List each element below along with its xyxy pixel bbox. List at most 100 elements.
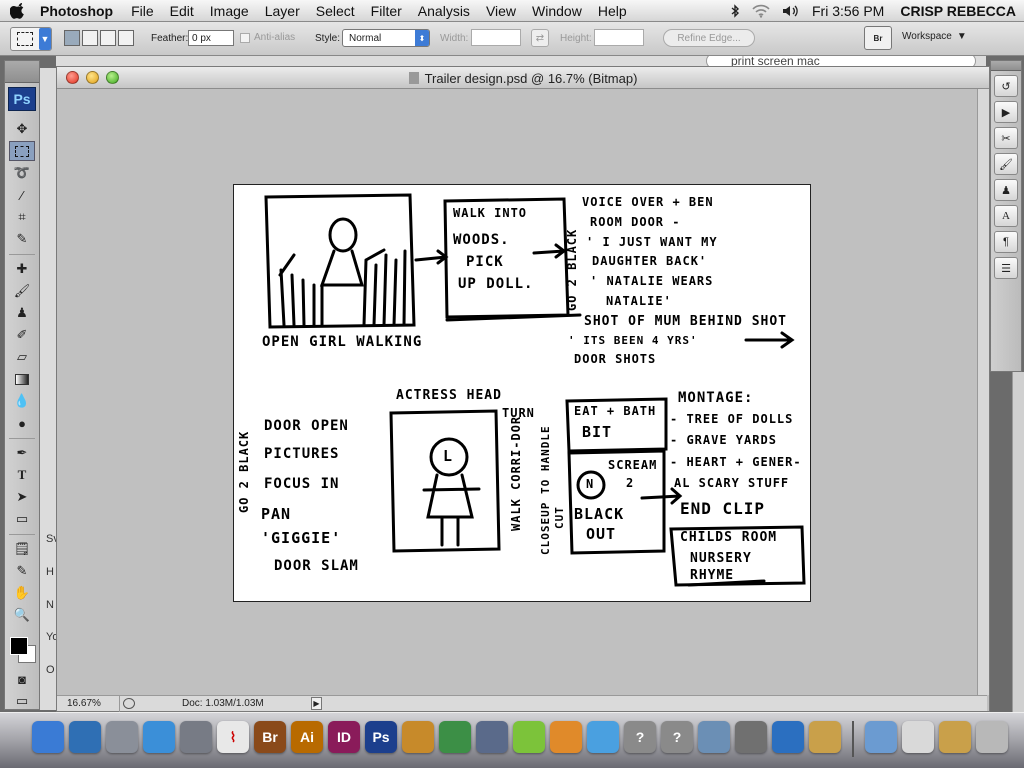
bridge-icon[interactable]: Br (254, 721, 286, 753)
menu-select[interactable]: Select (308, 3, 363, 19)
storyboard-canvas[interactable]: OPEN GIRL WALKING WALK INTO WOODS. PICK … (233, 184, 811, 602)
workspace-menu[interactable]: Workspace ▼ (902, 31, 967, 42)
canvas-area[interactable]: OPEN GIRL WALKING WALK INTO WOODS. PICK … (57, 89, 987, 695)
new-selection-button[interactable] (64, 30, 80, 46)
iphoto-icon[interactable] (698, 721, 730, 753)
tool-presets-icon[interactable]: ✂ (994, 127, 1018, 149)
app-menu-photoshop[interactable]: Photoshop (34, 3, 123, 19)
photoshop-icon[interactable]: Ps (365, 721, 397, 753)
web-app-icon[interactable] (587, 721, 619, 753)
shape-tool-icon[interactable]: ▭ (9, 509, 35, 529)
menu-window[interactable]: Window (524, 3, 590, 19)
eyedropper-tool-icon[interactable]: ✎ (9, 229, 35, 249)
height-input[interactable] (594, 29, 644, 46)
width-input[interactable] (471, 29, 521, 46)
keynote-icon[interactable] (402, 721, 434, 753)
notes-tool-icon[interactable]: 🗒 (9, 539, 35, 559)
subtract-from-selection-button[interactable] (100, 30, 116, 46)
acrobat-icon[interactable]: ⌇ (217, 721, 249, 753)
unknown-app-icon-2[interactable]: ? (661, 721, 693, 753)
applications-folder-icon[interactable] (865, 721, 897, 753)
user-menu[interactable]: CRISP REBECCA (892, 3, 1024, 19)
photoshop-logo[interactable]: Ps (8, 87, 36, 111)
lasso-tool-icon[interactable]: ➰ (9, 163, 35, 183)
refine-edge-button[interactable]: Refine Edge... (663, 29, 755, 47)
panel-grip[interactable] (991, 61, 1021, 71)
quick-mask-icon[interactable]: ◙ (9, 669, 35, 689)
status-info-icon[interactable] (123, 698, 135, 709)
bridge-button[interactable]: Br (864, 26, 892, 50)
menu-analysis[interactable]: Analysis (410, 3, 478, 19)
actions-panel-icon[interactable]: ▶ (994, 101, 1018, 123)
safari-icon[interactable] (143, 721, 175, 753)
healing-brush-tool-icon[interactable]: ✚ (9, 259, 35, 279)
unknown-app-icon[interactable]: ? (624, 721, 656, 753)
antialias-checkbox[interactable]: Anti-alias (240, 32, 295, 43)
screen-mode-icon[interactable]: ▭ (9, 691, 35, 711)
zoom-tool-icon[interactable]: 🔍 (9, 605, 35, 625)
quicktime-icon[interactable] (772, 721, 804, 753)
path-selection-tool-icon[interactable]: ➤ (9, 487, 35, 507)
add-to-selection-button[interactable] (82, 30, 98, 46)
menu-view[interactable]: View (478, 3, 524, 19)
layers-panel-icon[interactable]: ☰ (994, 257, 1018, 279)
eraser-tool-icon[interactable]: ▱ (9, 347, 35, 367)
image-capture-icon[interactable] (735, 721, 767, 753)
hand-tool-icon[interactable]: ✋ (9, 583, 35, 603)
type-tool-icon[interactable]: T (9, 465, 35, 485)
clone-source-icon[interactable]: ♟ (994, 179, 1018, 201)
menu-help[interactable]: Help (590, 3, 635, 19)
bluetooth-icon[interactable] (724, 4, 746, 18)
zoom-level-field[interactable]: 16.67% (67, 698, 117, 709)
status-menu-arrow-icon[interactable]: ▶ (311, 697, 322, 710)
finder-icon[interactable] (32, 721, 64, 753)
brush-tool-icon[interactable]: 🖌 (9, 281, 35, 301)
window-edge-scrollbar[interactable] (1012, 372, 1024, 712)
clone-stamp-tool-icon[interactable]: ♟ (9, 303, 35, 323)
user-folder-icon[interactable] (809, 721, 841, 753)
document-titlebar[interactable]: Trailer design.psd @ 16.7% (Bitmap) (57, 67, 989, 89)
preview-icon[interactable] (106, 721, 138, 753)
vertical-scrollbar[interactable] (977, 89, 989, 695)
panel-grip[interactable] (5, 61, 39, 83)
swap-dimensions-button[interactable]: ⇄ (531, 29, 549, 47)
system-preferences-icon[interactable] (180, 721, 212, 753)
magic-wand-tool-icon[interactable]: ⁄ (9, 185, 35, 205)
menu-edit[interactable]: Edit (162, 3, 202, 19)
move-tool-icon[interactable]: ✥ (9, 119, 35, 139)
crop-tool-icon[interactable]: ⌗ (9, 207, 35, 227)
wifi-icon[interactable] (746, 4, 776, 18)
tool-preset-picker[interactable]: ▼ (10, 27, 52, 51)
downloads-stack-icon[interactable] (939, 721, 971, 753)
apple-menu-icon[interactable] (0, 2, 34, 19)
marquee-tool-icon[interactable] (9, 141, 35, 161)
menu-layer[interactable]: Layer (257, 3, 308, 19)
lime-app-icon[interactable] (513, 721, 545, 753)
feather-input[interactable]: 0 px (188, 30, 234, 46)
menu-file[interactable]: File (123, 3, 162, 19)
eyedropper-tool-2-icon[interactable]: ✎ (9, 561, 35, 581)
gradient-tool-icon[interactable] (9, 369, 35, 389)
history-panel-icon[interactable]: ↺ (994, 75, 1018, 97)
volume-icon[interactable] (776, 4, 806, 18)
pages-icon[interactable] (550, 721, 582, 753)
character-panel-icon[interactable]: A (994, 205, 1018, 227)
style-select[interactable]: Normal ⬍ (342, 29, 430, 47)
illustrator-icon[interactable]: Ai (291, 721, 323, 753)
foreground-color-swatch[interactable] (10, 637, 28, 655)
menu-clock[interactable]: Fri 3:56 PM (806, 3, 892, 19)
menu-filter[interactable]: Filter (363, 3, 410, 19)
utilities-icon[interactable] (476, 721, 508, 753)
blur-tool-icon[interactable]: 💧 (9, 391, 35, 411)
documents-stack-icon[interactable] (902, 721, 934, 753)
intersect-selection-button[interactable] (118, 30, 134, 46)
indesign-icon[interactable]: ID (328, 721, 360, 753)
dashboard-icon[interactable] (69, 721, 101, 753)
brushes-panel-icon[interactable]: 🖌 (994, 153, 1018, 175)
dodge-tool-icon[interactable]: ● (9, 413, 35, 433)
trash-icon[interactable] (976, 721, 1008, 753)
pen-tool-icon[interactable]: ✒ (9, 443, 35, 463)
history-brush-tool-icon[interactable]: ✐ (9, 325, 35, 345)
paragraph-panel-icon[interactable]: ¶ (994, 231, 1018, 253)
numbers-icon[interactable] (439, 721, 471, 753)
